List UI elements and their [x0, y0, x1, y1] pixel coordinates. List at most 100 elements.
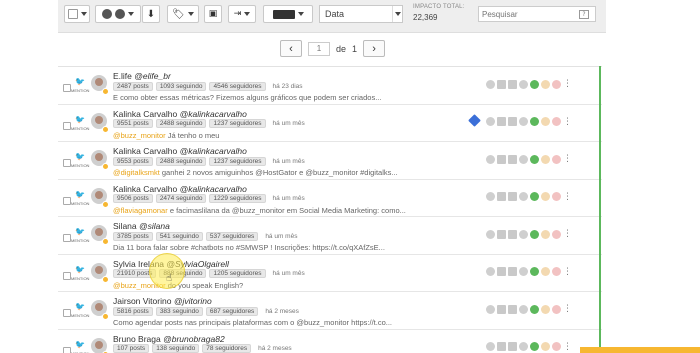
more-options-icon[interactable]: ⋮	[563, 79, 572, 89]
keyboard-icon[interactable]: ?	[579, 9, 589, 19]
reply-icon[interactable]	[486, 267, 495, 276]
positive-sentiment-icon[interactable]	[530, 267, 539, 276]
negative-sentiment-icon[interactable]	[552, 267, 561, 276]
move-button[interactable]: ⇥	[228, 5, 256, 23]
negative-sentiment-icon[interactable]	[552, 154, 561, 164]
download-button[interactable]: ⬇	[142, 5, 160, 23]
mention-text[interactable]: @buzz_monitor Já tenho o meu	[113, 131, 219, 140]
author[interactable]: Bruno Braga @brunobraga82	[113, 334, 225, 344]
more-options-icon[interactable]: ⋮	[563, 342, 572, 352]
share-icon[interactable]	[508, 304, 517, 314]
author[interactable]: Kalinka Carvalho @kalinkacarvalho	[113, 184, 247, 194]
mention-text[interactable]: Dia 11 bora falar sobre #chatbots no #SM…	[113, 243, 385, 252]
mention-text[interactable]: @digitalksmkt ganhei 2 novos amiguinhos …	[113, 168, 398, 177]
negative-sentiment-icon[interactable]	[552, 229, 561, 239]
attach-icon[interactable]	[519, 192, 528, 201]
author[interactable]: Kalinka Carvalho @kalinkacarvalho	[113, 109, 247, 119]
row-checkbox[interactable]	[63, 346, 71, 353]
share-icon[interactable]	[508, 79, 517, 89]
share-icon[interactable]	[508, 267, 517, 276]
reply-icon[interactable]	[486, 117, 495, 126]
share-icon[interactable]	[508, 154, 517, 164]
mention-row[interactable]: 🐦 MENTION E.life @elife_br 2487 posts 10…	[58, 67, 602, 105]
reply-icon[interactable]	[486, 229, 495, 239]
mention-text[interactable]: E como obter essas métricas? Fizemos alg…	[113, 93, 381, 102]
attach-icon[interactable]	[519, 229, 528, 239]
row-checkbox[interactable]	[63, 234, 71, 242]
archive-icon[interactable]	[497, 342, 506, 351]
negative-sentiment-icon[interactable]	[552, 304, 561, 314]
neutral-sentiment-icon[interactable]	[541, 267, 550, 276]
mention-row[interactable]: 🐦 MENTION Kalinka Carvalho @kalinkacarva…	[58, 142, 602, 180]
neutral-sentiment-icon[interactable]	[541, 304, 550, 314]
share-icon[interactable]	[508, 229, 517, 239]
row-checkbox[interactable]	[63, 159, 71, 167]
neutral-sentiment-icon[interactable]	[541, 229, 550, 239]
mention-row[interactable]: 🐦 MENTION Kalinka Carvalho @kalinkacarva…	[58, 180, 602, 217]
attach-icon[interactable]	[519, 267, 528, 276]
mention-text[interactable]: Como agendar posts nas principais plataf…	[113, 318, 392, 327]
mention-highlight[interactable]: @flaviagamonar	[113, 206, 168, 215]
more-options-icon[interactable]: ⋮	[563, 304, 572, 314]
mention-row[interactable]: 🐦 MENTION Jairson Vitorino @jvitorino 58…	[58, 292, 602, 330]
more-options-icon[interactable]: ⋮	[563, 267, 572, 277]
archive-icon[interactable]	[497, 79, 506, 89]
mention-highlight[interactable]: @digitalksmkt	[113, 168, 160, 177]
mention-row[interactable]: 🐦 MENTION Bruno Braga @brunobraga82 107 …	[58, 330, 602, 353]
neutral-sentiment-icon[interactable]	[541, 154, 550, 164]
mention-highlight[interactable]: @buzz_monitor	[113, 131, 166, 140]
mention-row[interactable]: 🐦 MENTION Silana @silana 3785 posts 541 …	[58, 217, 602, 255]
select-all-button[interactable]	[64, 5, 90, 23]
archive-icon[interactable]	[497, 117, 506, 126]
search-field[interactable]: ?	[478, 6, 596, 22]
reply-icon[interactable]	[486, 154, 495, 164]
negative-sentiment-icon[interactable]	[552, 192, 561, 201]
reply-icon[interactable]	[486, 79, 495, 89]
label-color-button[interactable]	[263, 5, 313, 23]
archive-button[interactable]: ▣	[204, 5, 222, 23]
positive-sentiment-icon[interactable]	[530, 342, 539, 351]
more-options-icon[interactable]: ⋮	[563, 192, 572, 202]
archive-icon[interactable]	[497, 154, 506, 164]
row-checkbox[interactable]	[63, 309, 71, 317]
positive-sentiment-icon[interactable]	[530, 304, 539, 314]
row-checkbox[interactable]	[63, 271, 71, 280]
positive-sentiment-icon[interactable]	[530, 117, 539, 126]
search-input[interactable]	[479, 9, 579, 19]
attach-icon[interactable]	[519, 154, 528, 164]
row-checkbox[interactable]	[63, 84, 71, 92]
mention-text[interactable]: @flaviagamonar e facimaslilana da @buzz_…	[113, 206, 406, 215]
more-options-icon[interactable]: ⋮	[563, 229, 572, 239]
share-icon[interactable]	[508, 342, 517, 351]
author[interactable]: Jairson Vitorino @jvitorino	[113, 296, 212, 306]
negative-sentiment-icon[interactable]	[552, 79, 561, 89]
share-icon[interactable]	[508, 192, 517, 201]
neutral-sentiment-icon[interactable]	[541, 192, 550, 201]
archive-icon[interactable]	[497, 304, 506, 314]
positive-sentiment-icon[interactable]	[530, 79, 539, 89]
prev-page-button[interactable]: ‹	[280, 40, 302, 57]
reply-icon[interactable]	[486, 342, 495, 351]
tag-icon[interactable]	[468, 113, 481, 127]
negative-sentiment-icon[interactable]	[552, 117, 561, 126]
next-page-button[interactable]: ›	[363, 40, 386, 57]
mention-row[interactable]: 🐦 MENTION Kalinka Carvalho @kalinkacarva…	[58, 105, 602, 142]
positive-sentiment-icon[interactable]	[530, 154, 539, 164]
author[interactable]: Kalinka Carvalho @kalinkacarvalho	[113, 146, 247, 156]
negative-sentiment-icon[interactable]	[552, 342, 561, 351]
positive-sentiment-icon[interactable]	[530, 229, 539, 239]
more-options-icon[interactable]: ⋮	[563, 117, 572, 127]
attach-icon[interactable]	[519, 304, 528, 314]
archive-icon[interactable]	[497, 229, 506, 239]
sentiment-button[interactable]	[95, 5, 141, 23]
more-options-icon[interactable]: ⋮	[563, 154, 572, 164]
share-icon[interactable]	[508, 117, 517, 126]
reply-icon[interactable]	[486, 192, 495, 201]
archive-icon[interactable]	[497, 192, 506, 201]
reply-icon[interactable]	[486, 304, 495, 314]
positive-sentiment-icon[interactable]	[530, 192, 539, 201]
archive-icon[interactable]	[497, 267, 506, 276]
page-input[interactable]	[308, 41, 330, 56]
author[interactable]: Silana @silana	[113, 221, 170, 231]
mention-row[interactable]: 🐦 MENTION Sylvia Irelana @SylviaOlgairel…	[58, 255, 602, 292]
